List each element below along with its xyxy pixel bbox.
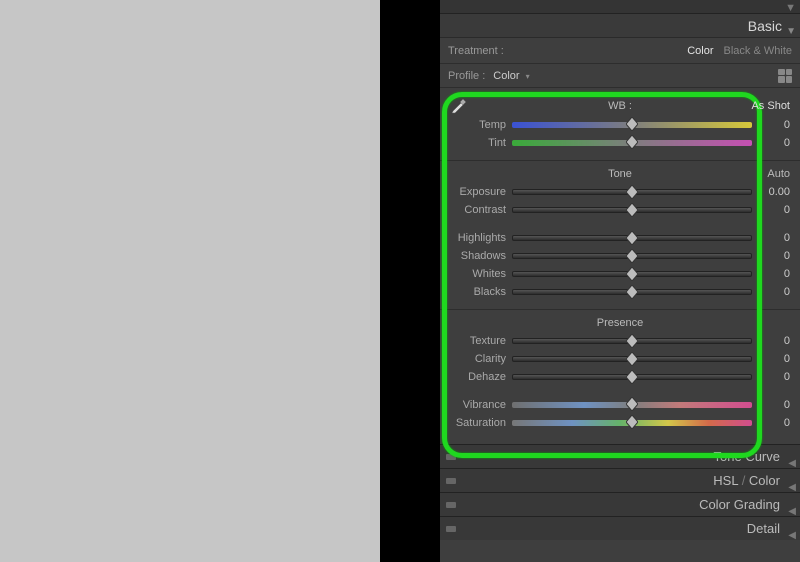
temp-label: Temp <box>450 119 512 131</box>
profile-dropdown[interactable]: Color ▾ <box>493 70 529 82</box>
texture-value[interactable]: 0 <box>752 335 790 347</box>
texture-slider[interactable] <box>512 338 752 344</box>
wb-preset-dropdown[interactable]: As Shot <box>751 100 790 112</box>
tone-section: Tone Auto Exposure 0.00 Contrast 0 Highlig… <box>440 161 800 310</box>
whites-slider[interactable] <box>512 271 752 277</box>
blacks-label: Blacks <box>450 286 512 298</box>
white-balance-dropper-icon[interactable] <box>450 98 468 114</box>
contrast-label: Contrast <box>450 204 512 216</box>
wb-section: WB : As Shot Temp 0 Tint 0 <box>440 92 800 161</box>
saturation-value[interactable]: 0 <box>752 417 790 429</box>
whites-value[interactable]: 0 <box>752 268 790 280</box>
slider-handle[interactable] <box>626 231 638 245</box>
slider-handle[interactable] <box>626 370 638 384</box>
clarity-label: Clarity <box>450 353 512 365</box>
detail-panel-header[interactable]: Detail ◀ <box>440 516 800 540</box>
shadows-value[interactable]: 0 <box>752 250 790 262</box>
exposure-value[interactable]: 0.00 <box>752 186 790 198</box>
slider-handle[interactable] <box>626 334 638 348</box>
blacks-value[interactable]: 0 <box>752 286 790 298</box>
slider-handle[interactable] <box>626 185 638 199</box>
hsl-color-panel-header[interactable]: HSL / Color ◀ <box>440 468 800 492</box>
contrast-value[interactable]: 0 <box>752 204 790 216</box>
panel-toggle-icon[interactable] <box>446 502 456 508</box>
develop-right-panel: ▼ Basic ▼ Treatment : Color Black & Whit… <box>440 0 800 562</box>
treatment-row: Treatment : Color Black & White <box>440 38 800 64</box>
profile-value: Color <box>493 70 519 82</box>
tint-slider[interactable] <box>512 140 752 146</box>
profile-row: Profile : Color ▾ <box>440 64 800 88</box>
slider-handle[interactable] <box>626 135 638 149</box>
treatment-color-option[interactable]: Color <box>687 45 713 57</box>
tone-curve-title: Tone Curve <box>714 449 780 464</box>
hsl-title-a: HSL <box>713 473 738 488</box>
vibrance-label: Vibrance <box>450 399 512 411</box>
detail-title: Detail <box>747 521 780 536</box>
tint-slider-row: Tint 0 <box>440 134 800 152</box>
slider-handle[interactable] <box>626 203 638 217</box>
texture-label: Texture <box>450 335 512 347</box>
tone-auto-button[interactable]: Auto <box>767 168 790 180</box>
shadows-label: Shadows <box>450 250 512 262</box>
tone-title: Tone <box>608 168 632 180</box>
hsl-title-b: Color <box>749 473 780 488</box>
slider-handle[interactable] <box>626 415 638 429</box>
presence-section: Presence Texture 0 Clarity 0 Dehaze 0 Vibra… <box>440 310 800 440</box>
blacks-slider[interactable] <box>512 289 752 295</box>
slash-divider: / <box>738 473 749 488</box>
chevron-down-icon: ▼ <box>786 20 796 44</box>
image-canvas <box>0 0 380 562</box>
highlights-label: Highlights <box>450 232 512 244</box>
clarity-value[interactable]: 0 <box>752 353 790 365</box>
saturation-label: Saturation <box>450 417 512 429</box>
highlights-slider[interactable] <box>512 235 752 241</box>
chevron-left-icon: ◀ <box>788 524 796 548</box>
chevron-down-icon: ▼ <box>785 2 796 14</box>
dehaze-label: Dehaze <box>450 371 512 383</box>
clarity-slider[interactable] <box>512 356 752 362</box>
dehaze-value[interactable]: 0 <box>752 371 790 383</box>
chevron-down-icon: ▾ <box>526 72 530 81</box>
slider-handle[interactable] <box>626 249 638 263</box>
tint-value[interactable]: 0 <box>752 137 790 149</box>
shadows-slider[interactable] <box>512 253 752 259</box>
vibrance-slider[interactable] <box>512 402 752 408</box>
temp-slider-row: Temp 0 <box>440 116 800 134</box>
panel-toggle-icon[interactable] <box>446 526 456 532</box>
profile-browser-icon[interactable] <box>778 69 792 83</box>
exposure-slider[interactable] <box>512 189 752 195</box>
collapsed-panel-above[interactable]: ▼ <box>440 0 800 14</box>
saturation-slider[interactable] <box>512 420 752 426</box>
presence-title: Presence <box>597 317 643 329</box>
tone-curve-panel-header[interactable]: Tone Curve ◀ <box>440 444 800 468</box>
color-grading-panel-header[interactable]: Color Grading ◀ <box>440 492 800 516</box>
whites-label: Whites <box>450 268 512 280</box>
treatment-label: Treatment : <box>448 45 504 57</box>
color-grading-title: Color Grading <box>699 497 780 512</box>
profile-label: Profile : <box>448 70 485 82</box>
exposure-label: Exposure <box>450 186 512 198</box>
tint-label: Tint <box>450 137 512 149</box>
temp-slider[interactable] <box>512 122 752 128</box>
slider-handle[interactable] <box>626 285 638 299</box>
basic-panel-header[interactable]: Basic ▼ <box>440 14 800 38</box>
slider-handle[interactable] <box>626 117 638 131</box>
contrast-slider[interactable] <box>512 207 752 213</box>
slider-handle[interactable] <box>626 397 638 411</box>
wb-title: WB : <box>440 100 800 112</box>
basic-panel-title: Basic <box>748 18 782 34</box>
temp-value[interactable]: 0 <box>752 119 790 131</box>
basic-panel-body: WB : As Shot Temp 0 Tint 0 Tone <box>440 88 800 444</box>
panel-toggle-icon[interactable] <box>446 454 456 460</box>
slider-handle[interactable] <box>626 352 638 366</box>
highlights-value[interactable]: 0 <box>752 232 790 244</box>
dehaze-slider[interactable] <box>512 374 752 380</box>
vibrance-value[interactable]: 0 <box>752 399 790 411</box>
panel-toggle-icon[interactable] <box>446 478 456 484</box>
slider-handle[interactable] <box>626 267 638 281</box>
panel-background <box>380 0 440 562</box>
treatment-bw-option[interactable]: Black & White <box>724 45 792 57</box>
